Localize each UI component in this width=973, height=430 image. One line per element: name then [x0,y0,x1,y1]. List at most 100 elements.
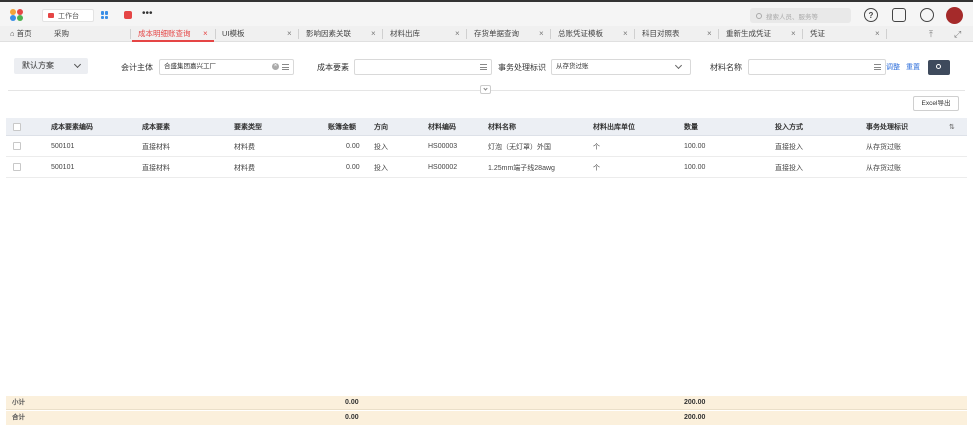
entity-field[interactable]: 合盛集团嘉兴工厂 × [159,59,294,75]
cell-code: 500101 [51,164,75,171]
table-header: 成本要素编码 成本要素 要素类型 账簿金额 方向 材料编码 材料名称 材料出库单… [6,118,967,136]
col-header[interactable]: 投入方式 [775,118,803,135]
cell-material-code: HS00003 [428,143,458,150]
total-quantity: 200.00 [684,414,706,421]
more-icon[interactable]: ••• [142,8,153,19]
tab-factor-link[interactable]: 影响因素关联 [306,26,351,42]
tab-divider [382,29,383,39]
tab-material-out[interactable]: 材料出库 [390,26,420,42]
tab-regenerate-voucher[interactable]: 重新生成凭证 [726,26,771,42]
tab-ledger-template[interactable]: 总账凭证模板 [558,26,603,42]
close-icon[interactable]: × [707,26,712,42]
list-icon[interactable] [282,64,289,70]
fullscreen-icon[interactable]: ⤢ [954,26,961,42]
excel-export-button[interactable]: Excel导出 [913,96,959,111]
close-icon[interactable]: × [623,26,628,42]
collapse-toggle[interactable] [480,85,491,94]
row-checkbox[interactable] [13,163,21,171]
cell-code: 500101 [51,143,75,150]
filter-bar: 默认方案 会计主体 合盛集团嘉兴工厂 × 成本要素 事务处理标识 从存货过账 材… [8,50,965,86]
subtotal-amount: 0.00 [345,399,359,406]
search-placeholder: 搜索人员、服务等 [766,13,818,21]
cell-unit: 个 [593,164,600,172]
headset-icon[interactable] [920,8,934,22]
app-logo-icon[interactable] [10,9,24,21]
col-header[interactable]: 材料出库单位 [593,118,635,135]
cell-element: 直接材料 [142,164,170,172]
col-header[interactable]: 方向 [374,118,388,135]
list-icon[interactable] [480,64,487,70]
close-icon[interactable]: × [539,26,544,42]
table-row[interactable]: 500101 直接材料 材料费 0.00 投入 HS00003 灯泡（无灯罩）外… [6,137,967,157]
row-checkbox[interactable] [13,142,21,150]
cell-mark: 从存货过账 [866,164,901,172]
cell-material-name: 1.25mm端子线28awg [488,164,555,172]
material-field[interactable] [748,59,886,75]
list-icon[interactable] [874,64,881,70]
avatar[interactable] [946,7,963,24]
close-icon[interactable]: × [791,26,796,42]
tab-ui-template[interactable]: UI模板 [222,26,245,42]
help-icon[interactable]: ? [864,8,878,22]
pin-icon[interactable]: ⤒ [929,26,933,42]
col-header[interactable]: 成本要素 [142,118,170,135]
total-amount: 0.00 [345,414,359,421]
global-search-input[interactable]: 搜索人员、服务等 [750,8,851,23]
close-icon[interactable]: × [875,26,880,42]
col-header[interactable]: 账簿金额 [328,118,356,135]
col-header[interactable]: 要素类型 [234,118,262,135]
cell-quantity: 100.00 [684,164,706,171]
close-icon[interactable]: × [287,26,292,42]
tab-home[interactable]: ⌂ 首页 [10,26,32,42]
reset-link[interactable]: 重置 [906,62,920,72]
tab-divider [215,29,216,39]
entity-label: 会计主体 [121,63,153,72]
chevron-down-icon [73,60,82,69]
col-header[interactable]: 材料名称 [488,118,516,135]
close-icon[interactable]: × [371,26,376,42]
tab-purchase[interactable]: 采购 [54,26,69,42]
scheme-select[interactable]: 默认方案 [14,58,88,74]
cell-mark: 从存货过账 [866,143,901,151]
cell-type: 材料费 [234,143,255,151]
cell-input-mode: 直接投入 [775,164,803,172]
subtotal-label: 小计 [12,399,25,406]
material-label: 材料名称 [710,63,742,72]
cell-element: 直接材料 [142,143,170,151]
total-label: 合计 [12,414,25,421]
search-button[interactable] [928,60,950,75]
cell-material-code: HS00002 [428,164,458,171]
tab-divider [130,29,131,39]
adjust-link[interactable]: 调整 [886,62,900,72]
apps-grid-icon[interactable] [101,11,109,19]
cell-unit: 个 [593,143,600,151]
totals-divider [6,409,967,410]
cost-field[interactable] [354,59,492,75]
col-header[interactable]: 事务处理标识 [866,118,908,135]
search-icon [756,12,762,19]
mark-label: 事务处理标识 [498,63,546,72]
cell-input-mode: 直接投入 [775,143,803,151]
tab-inventory-query[interactable]: 存货单据查询 [474,26,519,42]
mark-value: 从存货过账 [556,63,589,70]
clear-icon[interactable]: × [272,63,279,70]
cell-direction: 投入 [374,143,388,151]
message-icon[interactable] [892,8,906,22]
select-all-checkbox[interactable] [13,123,21,131]
column-settings-icon[interactable]: ⇅ [949,123,955,131]
cell-amount: 0.00 [346,164,360,171]
tab-voucher[interactable]: 凭证 [810,26,825,42]
table-row[interactable]: 500101 直接材料 材料费 0.00 投入 HS00002 1.25mm端子… [6,158,967,178]
app-bar: 工作台 ••• 搜索人员、服务等 ? [0,0,973,26]
cell-direction: 投入 [374,164,388,172]
close-icon[interactable]: × [455,26,460,42]
app-shortcut-icon[interactable] [124,11,132,19]
col-header[interactable]: 成本要素编码 [51,118,93,135]
col-header[interactable]: 数量 [684,118,698,135]
chevron-down-icon [674,61,683,70]
col-header[interactable]: 材料编码 [428,118,456,135]
tab-account-map[interactable]: 科目对照表 [642,26,680,42]
mark-select[interactable]: 从存货过账 [551,59,691,75]
workbench-button[interactable]: 工作台 [42,9,94,22]
tab-divider [466,29,467,39]
